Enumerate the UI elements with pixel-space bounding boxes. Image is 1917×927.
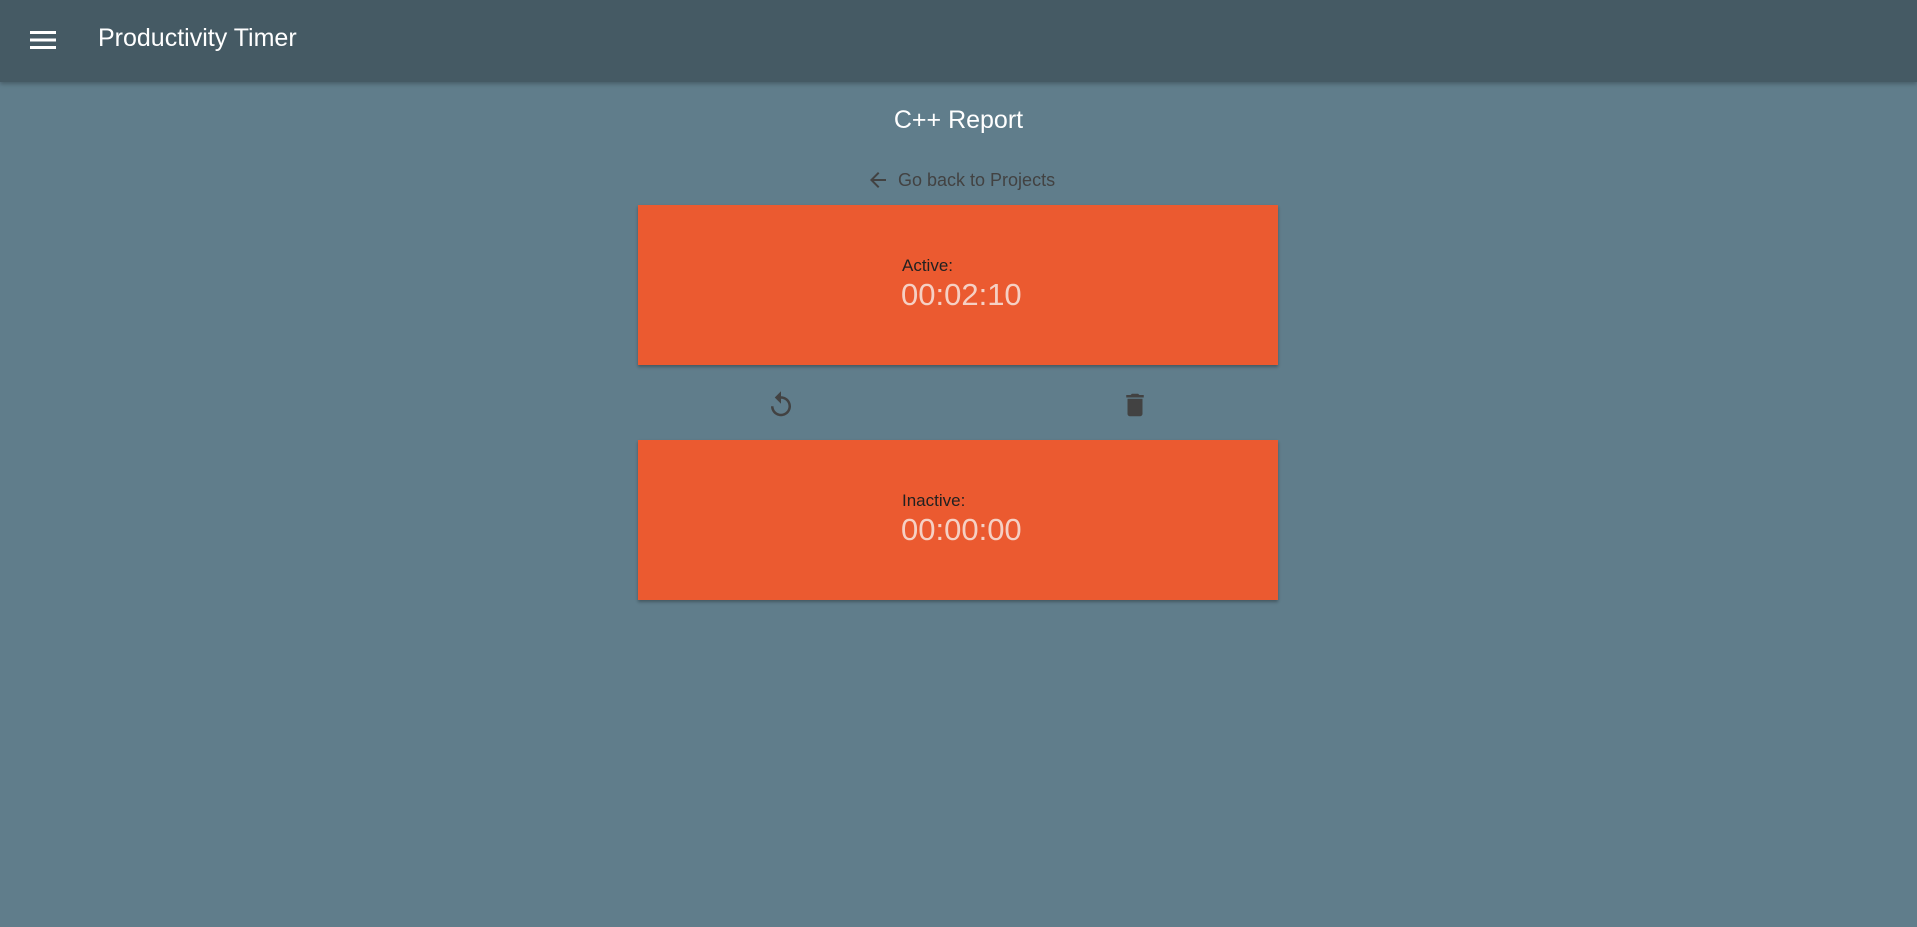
delete-button[interactable] <box>1117 387 1153 423</box>
reset-button[interactable] <box>763 387 799 423</box>
app-title: Productivity Timer <box>98 24 297 52</box>
back-to-projects-link[interactable]: Go back to Projects <box>866 166 1055 194</box>
active-timer-value: 00:02:10 <box>901 277 1022 312</box>
reset-icon <box>771 391 791 417</box>
inactive-timer-card: Inactive: 00:00:00 <box>638 440 1278 600</box>
inactive-timer-label: Inactive: <box>902 491 966 510</box>
arrow-left-icon <box>870 172 886 188</box>
active-timer-label: Active: <box>902 256 954 275</box>
inactive-timer-value: 00:00:00 <box>901 512 1022 547</box>
menu-button[interactable] <box>26 25 60 55</box>
active-timer-card: Active: 00:02:10 <box>638 205 1278 365</box>
page-title: C++ Report <box>893 106 1024 134</box>
app-bar: Productivity Timer <box>0 0 1917 82</box>
back-link-label: Go back to Projects <box>898 169 1056 190</box>
menu-icon <box>30 31 56 49</box>
trash-icon <box>1126 393 1144 417</box>
